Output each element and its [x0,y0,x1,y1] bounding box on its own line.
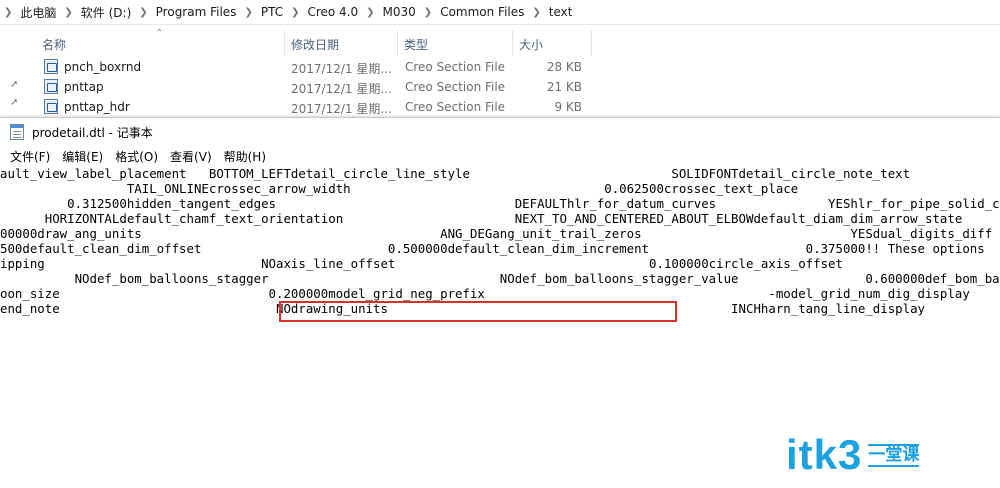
file-date: 2017/12/1 星期... [291,102,392,116]
watermark-tagline: 一堂课 [868,443,920,467]
file-name: pnttap_hdr [64,100,130,114]
breadcrumb-label: Common Files [440,5,525,19]
file-size: 9 KB [554,100,582,114]
column-type[interactable]: 类型 [404,36,428,53]
column-name[interactable]: 名称 [42,36,66,53]
text-line: NOdef_bom_balloons_stagger NOdef_bom_bal… [0,271,1000,286]
breadcrumb-label: M030 [382,5,416,19]
title-bar[interactable]: prodetail.dtl - 记事本 [0,118,1000,146]
chevron-right-icon[interactable]: ❯ [366,7,374,18]
file-row[interactable]: pnch_boxrnd 2017/12/1 星期... Creo Section… [0,57,600,77]
file-date: 2017/12/1 星期... [291,62,392,76]
text-line: 0.312500hidden_tangent_edges DEFAULThlr_… [0,196,1000,211]
menu-edit[interactable]: 编辑(E) [62,148,103,165]
menu-view[interactable]: 查看(V) [170,148,212,165]
breadcrumb-label: text [548,5,573,19]
file-type: Creo Section File [405,60,506,74]
pin-icon[interactable]: ➚ [10,79,18,90]
column-header-row: ⌃ 名称 修改日期 类型 大小 [0,28,600,56]
breadcrumb-label: 此电脑 [20,5,57,20]
text-line: 00000draw_ang_units ANG_DEGang_unit_trai… [0,226,993,241]
breadcrumb-label: Program Files [155,5,237,19]
breadcrumb-item[interactable]: M030 [383,5,416,19]
breadcrumb-item[interactable]: Creo 4.0 [307,5,358,19]
highlight-annotation-box [279,301,677,322]
menu-file[interactable]: 文件(F) [10,148,50,165]
window-title: prodetail.dtl - 记事本 [32,125,153,140]
file-row[interactable]: ➚ pnttap 2017/12/1 星期... Creo Section Fi… [0,77,600,97]
breadcrumb-item[interactable]: text [549,5,573,19]
breadcrumb-item[interactable]: 此电脑 [20,4,56,21]
chevron-right-icon[interactable]: ❯ [424,7,432,18]
menu-format[interactable]: 格式(O) [115,148,158,165]
breadcrumb-label: PTC [260,5,284,19]
breadcrumb-item[interactable]: 软件 (D:) [81,4,131,21]
chevron-right-icon[interactable]: ❯ [64,7,72,18]
chevron-right-icon[interactable]: ❯ [4,7,12,18]
chevron-right-icon[interactable]: ❯ [291,7,299,18]
breadcrumb-label: Creo 4.0 [307,5,359,19]
address-bar[interactable]: ❯ 此电脑 ❯ 软件 (D:) ❯ Program Files ❯ PTC ❯ … [0,0,1000,25]
file-size: 21 KB [546,80,582,94]
text-line: ault_view_label_placement BOTTOM_LEFTdet… [0,166,911,181]
breadcrumb-item[interactable]: Program Files [156,5,237,19]
text-line: ipping NOaxis_line_offset 0.100000circle… [0,256,843,271]
breadcrumb-label: 软件 (D:) [80,5,132,20]
watermark-logo: itk3 一堂课 [786,430,996,480]
file-name: pnttap [64,80,104,94]
watermark-brand: itk3 [786,431,863,478]
file-type: Creo Section File [405,100,506,114]
notepad-icon[interactable] [10,124,24,140]
file-name: pnch_boxrnd [64,60,142,74]
column-divider[interactable] [512,30,513,56]
column-date[interactable]: 修改日期 [291,36,339,53]
section-file-icon [44,79,58,94]
column-divider[interactable] [591,30,592,56]
column-divider[interactable] [284,30,285,56]
breadcrumb-item[interactable]: Common Files [440,5,524,19]
chevron-right-icon[interactable]: ❯ [139,7,147,18]
column-divider[interactable] [397,30,398,56]
file-size: 28 KB [546,60,582,74]
chevron-right-icon[interactable]: ❯ [532,7,540,18]
menu-bar: 文件(F) 编辑(E) 格式(O) 查看(V) 帮助(H) [0,146,1000,166]
text-line: TAIL_ONLINEcrossec_arrow_width 0.062500c… [0,181,799,196]
chevron-right-icon[interactable]: ❯ [244,7,252,18]
column-size[interactable]: 大小 [519,36,543,53]
text-line: 500default_clean_dim_offset 0.500000defa… [0,241,985,256]
pin-icon[interactable]: ➚ [10,97,18,108]
file-row[interactable]: ➚ pnttap_hdr 2017/12/1 星期... Creo Sectio… [0,97,600,117]
file-explorer-window: ❯ 此电脑 ❯ 软件 (D:) ❯ Program Files ❯ PTC ❯ … [0,0,1000,118]
text-line: oon_size 0.200000model_grid_neg_prefix -… [0,286,970,301]
section-file-icon [44,99,58,114]
breadcrumb-item[interactable]: PTC [261,5,283,19]
section-file-icon [44,59,58,74]
file-date: 2017/12/1 星期... [291,82,392,96]
sort-ascending-icon: ⌃ [155,28,164,39]
menu-help[interactable]: 帮助(H) [224,148,266,165]
file-type: Creo Section File [405,80,506,94]
text-line: HORIZONTALdefault_chamf_text_orientation… [0,211,963,226]
